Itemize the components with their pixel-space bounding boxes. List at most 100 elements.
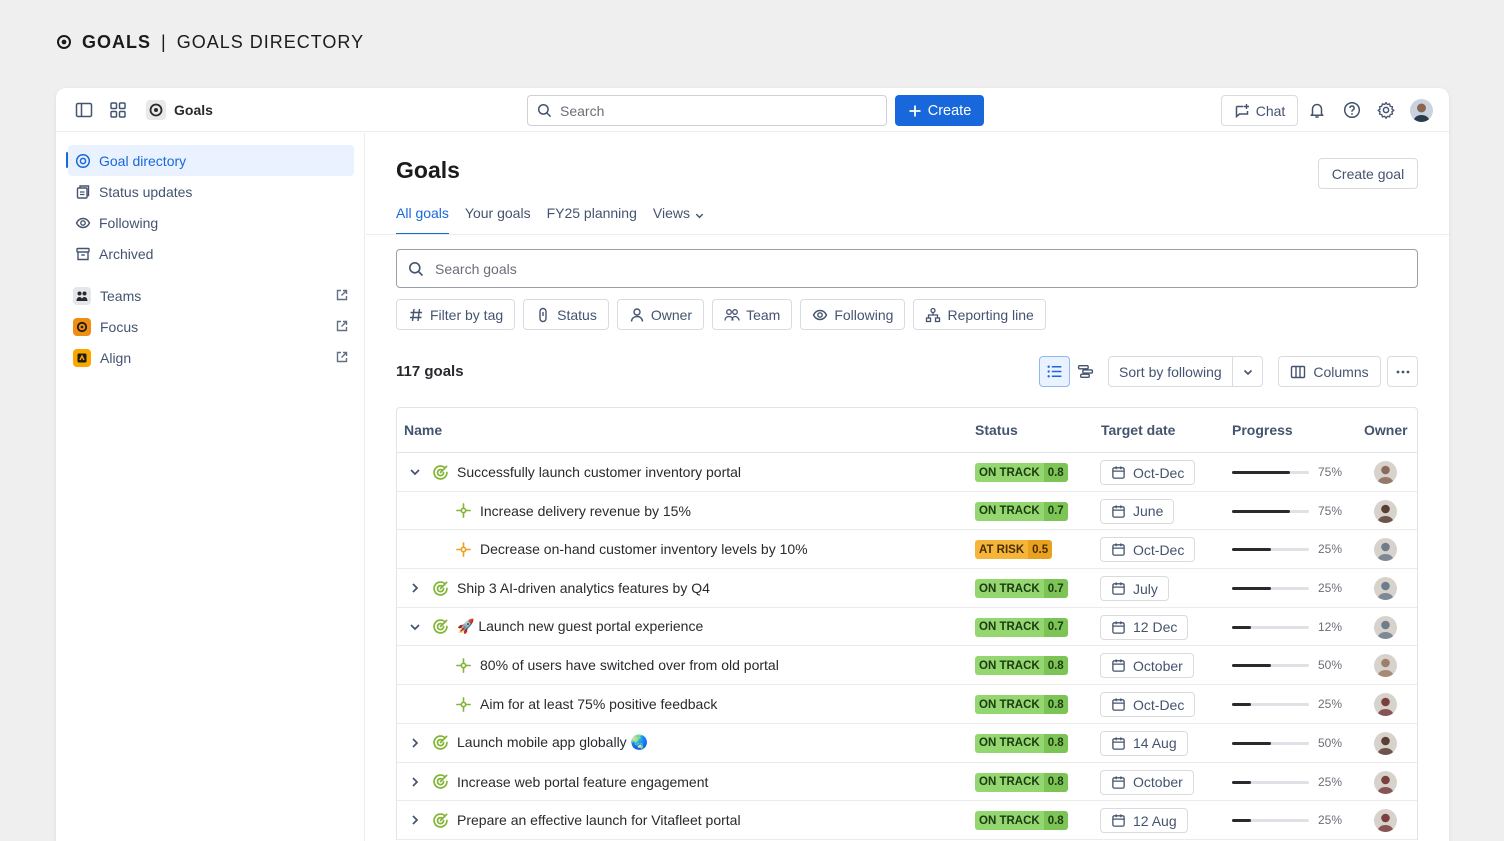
owner-avatar[interactable] bbox=[1374, 654, 1397, 678]
chevron-right-icon[interactable] bbox=[408, 813, 422, 827]
app-switcher-icon[interactable] bbox=[108, 100, 128, 120]
column-header-status[interactable]: Status bbox=[975, 422, 1018, 438]
timeline-view-button[interactable] bbox=[1070, 356, 1101, 387]
table-row[interactable]: Increase web portal feature engagement ON… bbox=[397, 763, 1417, 802]
owner-avatar[interactable] bbox=[1374, 770, 1397, 794]
owner-avatar[interactable] bbox=[1374, 499, 1397, 523]
owner-avatar[interactable] bbox=[1374, 809, 1397, 833]
table-row[interactable]: Aim for at least 75% positive feedback ON… bbox=[397, 685, 1417, 724]
table-row[interactable]: 🚀 Launch new guest portal experience ON T… bbox=[397, 608, 1417, 647]
filter-team-button[interactable]: Team bbox=[712, 299, 793, 330]
column-header-owner[interactable]: Owner bbox=[1364, 422, 1408, 438]
external-link-icon[interactable] bbox=[335, 350, 349, 364]
target-date-button[interactable]: 12 Aug bbox=[1100, 808, 1188, 834]
goal-name-cell[interactable]: Decrease on-hand customer inventory leve… bbox=[455, 530, 808, 568]
target-date-button[interactable]: Oct-Dec bbox=[1100, 537, 1196, 563]
external-link-icon[interactable] bbox=[335, 319, 349, 333]
target-date-button[interactable]: 14 Aug bbox=[1100, 730, 1188, 756]
app-home-link[interactable]: Goals bbox=[146, 100, 213, 120]
filter-by-tag-button[interactable]: Filter by tag bbox=[396, 299, 516, 330]
chat-button[interactable]: Chat bbox=[1221, 95, 1298, 126]
column-header-name[interactable]: Name bbox=[404, 422, 442, 438]
table-row[interactable]: Ship 3 AI-driven analytics features by Q… bbox=[397, 569, 1417, 608]
filter-owner-button[interactable]: Owner bbox=[616, 299, 705, 330]
target-date-button[interactable]: June bbox=[1100, 498, 1175, 524]
table-row[interactable]: Increase delivery revenue by 15% ON TRACK… bbox=[397, 492, 1417, 531]
chevron-right-icon[interactable] bbox=[408, 736, 422, 750]
tab-all-goals[interactable]: All goals bbox=[396, 205, 449, 235]
create-goal-button[interactable]: Create goal bbox=[1318, 158, 1418, 189]
target-date-button[interactable]: Oct-Dec bbox=[1100, 692, 1196, 718]
chevron-down-icon[interactable] bbox=[408, 465, 422, 479]
goal-name-cell[interactable]: Prepare an effective launch for Vitaflee… bbox=[432, 801, 741, 839]
owner-avatar[interactable] bbox=[1374, 461, 1397, 484]
sidebar-app-focus[interactable]: Focus bbox=[73, 313, 349, 341]
chevron-right-icon[interactable] bbox=[408, 581, 422, 595]
sidebar-app-align[interactable]: Align bbox=[73, 344, 349, 372]
filter-following-button[interactable]: Following bbox=[800, 299, 906, 330]
help-icon[interactable] bbox=[1342, 100, 1362, 120]
table-row[interactable]: 80% of users have switched over from old… bbox=[397, 646, 1417, 686]
target-date-button[interactable]: Oct-Dec bbox=[1100, 460, 1196, 485]
status-badge[interactable]: ON TRACK 0.7 bbox=[975, 617, 1068, 637]
owner-avatar[interactable] bbox=[1374, 731, 1397, 755]
status-badge[interactable]: ON TRACK 0.7 bbox=[975, 579, 1068, 599]
goal-name-cell[interactable]: Successfully launch customer inventory p… bbox=[432, 453, 741, 491]
target-date-button[interactable]: July bbox=[1100, 576, 1169, 602]
owner-avatar[interactable] bbox=[1374, 615, 1397, 639]
tab-your-goals[interactable]: Your goals bbox=[465, 205, 531, 235]
user-avatar[interactable] bbox=[1410, 99, 1433, 122]
goal-name-cell[interactable]: Increase web portal feature engagement bbox=[432, 763, 708, 801]
chevron-down-icon[interactable] bbox=[408, 620, 422, 634]
status-badge[interactable]: ON TRACK 0.8 bbox=[975, 733, 1068, 753]
progress-percent: 25% bbox=[1318, 697, 1343, 712]
list-view-button[interactable] bbox=[1039, 356, 1070, 387]
goal-name-cell[interactable]: Ship 3 AI-driven analytics features by Q… bbox=[432, 569, 710, 607]
search-goals-input[interactable]: Search goals bbox=[396, 249, 1418, 288]
columns-button[interactable]: Columns bbox=[1278, 356, 1381, 387]
more-actions-button[interactable] bbox=[1387, 356, 1418, 387]
filter-reporting-line-button[interactable]: Reporting line bbox=[913, 299, 1046, 330]
focus-icon bbox=[73, 318, 91, 336]
goal-name-cell[interactable]: 🚀 Launch new guest portal experience bbox=[432, 608, 703, 646]
table-row[interactable]: Prepare an effective launch for Vitaflee… bbox=[397, 801, 1417, 840]
tab-views[interactable]: Views bbox=[653, 205, 705, 235]
sidebar-item-archived[interactable]: Archived bbox=[68, 238, 354, 269]
sidebar-item-status-updates[interactable]: Status updates bbox=[68, 176, 354, 207]
sort-dropdown[interactable]: Sort by following bbox=[1108, 356, 1263, 387]
chevron-right-icon[interactable] bbox=[408, 775, 422, 789]
owner-avatar[interactable] bbox=[1374, 577, 1397, 601]
goal-name-cell[interactable]: Launch mobile app globally 🌏 bbox=[432, 724, 648, 762]
status-badge[interactable]: ON TRACK 0.8 bbox=[975, 811, 1068, 831]
goal-name-cell[interactable]: Increase delivery revenue by 15% bbox=[455, 492, 691, 530]
goal-name-cell[interactable]: 80% of users have switched over from old… bbox=[455, 646, 779, 684]
status-badge[interactable]: ON TRACK 0.8 bbox=[975, 656, 1068, 676]
table-row[interactable]: Successfully launch customer inventory p… bbox=[397, 453, 1417, 492]
goal-name-cell[interactable]: Aim for at least 75% positive feedback bbox=[455, 685, 717, 723]
target-date-button[interactable]: October bbox=[1100, 769, 1194, 795]
table-row[interactable]: Decrease on-hand customer inventory leve… bbox=[397, 530, 1417, 570]
status-badge[interactable]: AT RISK 0.5 bbox=[975, 540, 1053, 560]
status-badge[interactable]: ON TRACK 0.8 bbox=[975, 695, 1068, 715]
status-badge[interactable]: ON TRACK 0.8 bbox=[975, 463, 1068, 482]
status-badge[interactable]: ON TRACK 0.7 bbox=[975, 501, 1068, 521]
sidebar-toggle-icon[interactable] bbox=[74, 100, 94, 120]
sidebar-item-goal-directory[interactable]: Goal directory bbox=[66, 145, 354, 176]
tab-fy25-planning[interactable]: FY25 planning bbox=[547, 205, 637, 235]
settings-gear-icon[interactable] bbox=[1376, 100, 1396, 120]
status-badge[interactable]: ON TRACK 0.8 bbox=[975, 772, 1068, 792]
target-date-button[interactable]: 12 Dec bbox=[1100, 614, 1189, 640]
filter-status-button[interactable]: Status bbox=[523, 299, 609, 330]
owner-avatar[interactable] bbox=[1374, 693, 1397, 717]
target-date-button[interactable]: October bbox=[1100, 653, 1194, 679]
sidebar-app-teams[interactable]: Teams bbox=[73, 282, 349, 310]
table-row[interactable]: Launch mobile app globally 🌏 ON TRACK 0.8 1… bbox=[397, 724, 1417, 763]
global-search-input[interactable]: Search bbox=[527, 95, 887, 126]
notifications-bell-icon[interactable] bbox=[1307, 100, 1327, 120]
column-header-progress[interactable]: Progress bbox=[1232, 422, 1293, 438]
owner-avatar[interactable] bbox=[1374, 538, 1397, 562]
external-link-icon[interactable] bbox=[335, 288, 349, 302]
column-header-target-date[interactable]: Target date bbox=[1101, 422, 1175, 438]
sidebar-item-following[interactable]: Following bbox=[68, 207, 354, 238]
create-button[interactable]: Create bbox=[895, 95, 984, 126]
